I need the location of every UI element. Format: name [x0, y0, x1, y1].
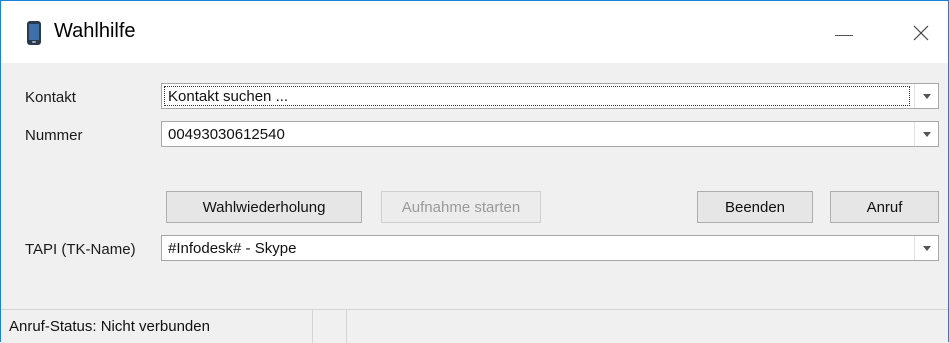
number-combobox[interactable]: 00493030612540 [161, 121, 939, 147]
contact-value: Kontakt suchen ... [168, 88, 289, 105]
minimize-button[interactable] [821, 11, 867, 55]
mobile-phone-icon [27, 21, 41, 45]
number-value: 00493030612540 [168, 126, 285, 143]
redial-button[interactable]: Wahlwiederholung [166, 191, 362, 223]
tapi-dropdown-button[interactable] [914, 236, 938, 260]
chevron-down-icon [922, 131, 931, 137]
number-dropdown-button[interactable] [914, 122, 938, 146]
status-cell-secondary [313, 310, 347, 343]
status-cell-main: Anruf-Status: Nicht verbunden [1, 310, 313, 343]
close-button[interactable] [898, 11, 944, 55]
close-icon [913, 25, 929, 41]
end-button[interactable]: Beenden [697, 191, 813, 223]
number-label: Nummer [25, 127, 83, 144]
chevron-down-icon [922, 245, 931, 251]
call-button[interactable]: Anruf [830, 191, 939, 223]
record-start-button[interactable]: Aufnahme starten [381, 191, 541, 223]
chevron-down-icon [922, 93, 931, 99]
dialog-window: Wahlhilfe Kontakt Kontakt suchen ... Num… [0, 0, 949, 343]
contact-combobox[interactable]: Kontakt suchen ... [161, 83, 939, 109]
window-title: Wahlhilfe [54, 20, 136, 42]
contact-dropdown-button[interactable] [914, 84, 938, 108]
minimize-icon [835, 34, 853, 36]
contact-label: Kontakt [25, 89, 76, 106]
tapi-combobox[interactable]: #Infodesk# - Skype [161, 235, 939, 261]
call-status-text: Anruf-Status: Nicht verbunden [9, 318, 210, 335]
tapi-value: #Infodesk# - Skype [168, 240, 297, 257]
status-bar: Anruf-Status: Nicht verbunden [1, 309, 948, 343]
tapi-label: TAPI (TK-Name) [25, 241, 136, 258]
title-bar[interactable]: Wahlhilfe [1, 1, 948, 63]
